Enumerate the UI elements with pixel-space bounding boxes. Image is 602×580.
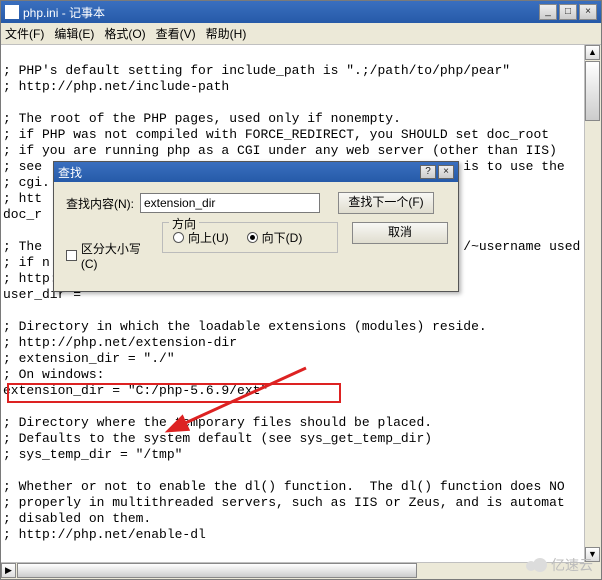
watermark: 亿速云 [526, 555, 593, 575]
menubar: 文件(F) 编辑(E) 格式(O) 查看(V) 帮助(H) [1, 23, 601, 45]
radio-icon [173, 232, 184, 243]
dialog-titlebar[interactable]: 查找 ? × [54, 162, 458, 182]
find-dialog: 查找 ? × 查找内容(N): 查找下一个(F) 区分大小写(C) [53, 161, 459, 292]
dialog-close-button[interactable]: × [438, 165, 454, 179]
app-icon [5, 5, 19, 19]
find-input[interactable] [140, 193, 320, 213]
vertical-scroll-thumb[interactable] [585, 61, 600, 121]
titlebar: php.ini - 记事本 _ □ × [1, 1, 601, 23]
scroll-up-button[interactable]: ▲ [585, 45, 600, 60]
dialog-title: 查找 [58, 164, 82, 181]
content-area: ; PHP's default setting for include_path… [1, 45, 601, 579]
dialog-body: 查找内容(N): 查找下一个(F) 区分大小写(C) 方向 [54, 182, 458, 291]
maximize-button[interactable]: □ [559, 4, 577, 20]
direction-legend: 方向 [169, 215, 199, 232]
horizontal-scrollbar[interactable]: ◀ ▶ [1, 562, 584, 579]
radio-icon [247, 232, 258, 243]
match-case-checkbox[interactable]: 区分大小写(C) [66, 240, 156, 271]
text-editor[interactable]: ; PHP's default setting for include_path… [1, 45, 584, 562]
dialog-help-button[interactable]: ? [420, 165, 436, 179]
menu-help[interactable]: 帮助(H) [206, 25, 247, 42]
find-next-button[interactable]: 查找下一个(F) [338, 192, 434, 214]
menu-view[interactable]: 查看(V) [156, 25, 196, 42]
menu-edit[interactable]: 编辑(E) [54, 25, 94, 42]
notepad-window: php.ini - 记事本 _ □ × 文件(F) 编辑(E) 格式(O) 查看… [0, 0, 602, 580]
cloud-icon [526, 558, 548, 572]
match-case-label: 区分大小写(C) [81, 240, 156, 271]
direction-down-radio[interactable]: 向下(D) [247, 229, 303, 246]
scroll-right-button[interactable]: ▶ [1, 563, 16, 578]
cancel-button[interactable]: 取消 [352, 222, 448, 244]
vertical-scrollbar[interactable]: ▲ ▼ [584, 45, 601, 562]
direction-down-label: 向下(D) [262, 229, 303, 246]
watermark-text: 亿速云 [551, 555, 593, 575]
horizontal-scroll-thumb[interactable] [17, 563, 417, 578]
direction-group: 方向 向上(U) 向下(D) [162, 222, 338, 253]
checkbox-icon [66, 250, 77, 261]
window-title: php.ini - 记事本 [23, 4, 537, 21]
minimize-button[interactable]: _ [539, 4, 557, 20]
close-button[interactable]: × [579, 4, 597, 20]
menu-file[interactable]: 文件(F) [5, 25, 44, 42]
menu-format[interactable]: 格式(O) [104, 25, 145, 42]
find-label: 查找内容(N): [66, 195, 134, 212]
